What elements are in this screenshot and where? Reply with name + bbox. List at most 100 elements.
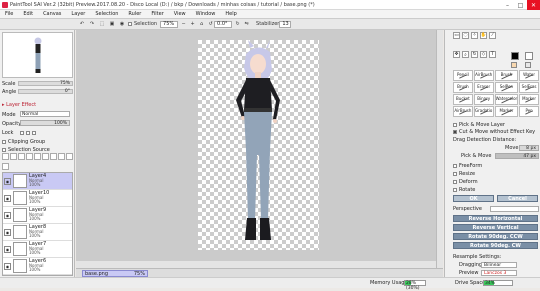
visibility-eye-icon[interactable]: ◉ bbox=[4, 262, 11, 270]
zoom-in-icon[interactable]: + bbox=[189, 20, 196, 28]
pick-move-distance-slider[interactable]: 47 px bbox=[495, 153, 539, 159]
clear-layer-icon[interactable] bbox=[34, 153, 41, 160]
layer-item[interactable]: ◉ Layer7 Normal 100% bbox=[3, 241, 72, 258]
pick-move-layer-option[interactable]: Pick & Move Layer bbox=[453, 122, 505, 128]
transfer-down-icon[interactable] bbox=[66, 153, 73, 160]
new-linework-icon[interactable] bbox=[10, 153, 17, 160]
foreground-color-swatch[interactable] bbox=[511, 52, 519, 60]
rect-select-icon[interactable]: ▭ bbox=[453, 32, 460, 39]
brush-slot[interactable]: Pencil bbox=[453, 70, 473, 81]
skin-color-swatch[interactable] bbox=[511, 62, 517, 68]
menu-window[interactable]: Window bbox=[191, 11, 221, 17]
zoom-icon[interactable]: ⌕ bbox=[462, 51, 469, 58]
cut-move-checkbox[interactable] bbox=[453, 129, 457, 134]
blend-mode-select[interactable]: Normal bbox=[20, 111, 70, 117]
close-button[interactable]: ✕ bbox=[527, 0, 540, 10]
zoom-out-icon[interactable]: − bbox=[180, 20, 187, 28]
menu-selection[interactable]: Selection bbox=[90, 11, 123, 17]
brush-slot[interactable]: Brush bbox=[453, 82, 473, 93]
rotate-ccw-button[interactable]: Rotate 90deg. CCW bbox=[453, 233, 538, 240]
freeform-checkbox[interactable] bbox=[453, 163, 457, 168]
merge-visible-icon[interactable] bbox=[2, 162, 9, 170]
opacity-slider[interactable]: 100% bbox=[20, 120, 70, 126]
preview-select[interactable]: Lanczos 3 bbox=[481, 270, 517, 276]
brush-slot[interactable]: Bucket bbox=[453, 94, 473, 105]
cancel-button[interactable]: Cancel bbox=[497, 195, 538, 202]
reverse-horizontal-button[interactable]: Reverse Horizontal bbox=[453, 215, 538, 222]
clipping-checkbox[interactable] bbox=[2, 139, 6, 144]
rotate-icon[interactable]: ↻ bbox=[471, 51, 478, 58]
layer-item[interactable]: ◉ Layer6 Normal 100% bbox=[3, 258, 72, 275]
eye-icon[interactable]: ◉ bbox=[118, 20, 126, 28]
rotate-cw-button[interactable]: Rotate 90deg. CW bbox=[453, 242, 538, 249]
undo-icon[interactable]: ↶ bbox=[78, 20, 86, 28]
delete-layer-icon[interactable] bbox=[42, 153, 49, 160]
vertical-scrollbar[interactable] bbox=[436, 30, 443, 268]
brush-slot[interactable]: Pen bbox=[519, 106, 539, 117]
stabilizer-select[interactable]: 13 bbox=[279, 20, 292, 28]
menu-edit[interactable]: Edit bbox=[18, 11, 38, 17]
deselect-icon[interactable]: ⬚ bbox=[98, 20, 106, 28]
menu-view[interactable]: View bbox=[169, 11, 191, 17]
brush-slot[interactable]: Gradatio bbox=[473, 106, 494, 117]
dragging-select[interactable]: Bilinear bbox=[481, 262, 517, 268]
scale-slider[interactable]: 75% bbox=[18, 81, 73, 86]
freeform-option[interactable]: FreeForm bbox=[453, 163, 482, 169]
brush-slot[interactable]: SelEras bbox=[519, 82, 539, 93]
canvas-area[interactable] bbox=[76, 30, 443, 268]
move-icon[interactable]: ✥ bbox=[453, 51, 460, 58]
visibility-eye-icon[interactable]: ◉ bbox=[4, 211, 11, 219]
new-layer-icon[interactable] bbox=[2, 153, 9, 160]
gray-color-swatch[interactable] bbox=[525, 62, 531, 68]
ok-button[interactable]: OK bbox=[453, 195, 494, 202]
magic-wand-icon[interactable]: ✧ bbox=[471, 32, 478, 39]
clipping-group-option[interactable]: Clipping Group bbox=[2, 139, 45, 145]
brush-slot[interactable]: Watercolor bbox=[494, 94, 519, 105]
selection-toggle[interactable]: Selection bbox=[128, 20, 157, 28]
maximize-button[interactable]: □ bbox=[514, 0, 527, 10]
layer-item[interactable]: ◉ Layer8 Normal 100% bbox=[3, 224, 72, 241]
brush-slot[interactable]: AirBrush bbox=[473, 70, 494, 81]
layer-item[interactable]: ◉ Layer4 Normal 100% bbox=[3, 173, 72, 190]
layer-item[interactable]: ◉ Layer10 Normal 100% bbox=[3, 190, 72, 207]
merge-down-icon[interactable] bbox=[50, 153, 57, 160]
zoom-select[interactable]: 75% bbox=[160, 20, 179, 28]
rotate-checkbox[interactable] bbox=[453, 187, 457, 192]
deform-checkbox[interactable] bbox=[453, 179, 457, 184]
hand-icon[interactable]: ✋ bbox=[480, 32, 487, 39]
resize-option[interactable]: Resize bbox=[453, 171, 475, 177]
layer-effect-header[interactable]: ▸ Layer Effect bbox=[2, 102, 36, 108]
deform-option[interactable]: Deform bbox=[453, 179, 478, 185]
brush-slot[interactable]: Marker bbox=[494, 106, 519, 117]
layer-item[interactable]: ◉ Layer9 Normal 100% bbox=[3, 207, 72, 224]
brush-slot[interactable]: Binary bbox=[473, 94, 494, 105]
shape-icon[interactable]: ◇ bbox=[480, 51, 487, 58]
mask-icon[interactable] bbox=[58, 153, 65, 160]
lock-transparency-icon[interactable] bbox=[20, 130, 24, 135]
horizontal-scrollbar[interactable] bbox=[76, 261, 436, 268]
minimize-button[interactable]: – bbox=[501, 0, 514, 10]
resize-checkbox[interactable] bbox=[453, 171, 457, 176]
visibility-eye-icon[interactable]: ◉ bbox=[4, 245, 11, 253]
selection-source-checkbox[interactable] bbox=[2, 147, 6, 152]
visibility-eye-icon[interactable]: ◉ bbox=[4, 228, 11, 236]
menu-filter[interactable]: Filter bbox=[146, 11, 168, 17]
select-icon[interactable]: ▣ bbox=[108, 20, 116, 28]
rotate-right-icon[interactable]: ↻ bbox=[234, 20, 241, 28]
menu-file[interactable]: File bbox=[0, 11, 18, 17]
brush-slot[interactable]: SelPen bbox=[494, 82, 519, 93]
redo-icon[interactable]: ↷ bbox=[88, 20, 96, 28]
angle-select[interactable]: 0.0° bbox=[214, 20, 233, 28]
brush-slot[interactable]: Water bbox=[519, 70, 539, 81]
text-icon[interactable]: T bbox=[489, 51, 496, 58]
copy-layer-icon[interactable] bbox=[26, 153, 33, 160]
brush-slot[interactable]: Marker bbox=[519, 94, 539, 105]
lock-paint-icon[interactable] bbox=[26, 130, 30, 135]
menu-canvas[interactable]: Canvas bbox=[38, 11, 66, 17]
brush-slot[interactable]: AirBrush bbox=[453, 106, 473, 117]
visibility-eye-icon[interactable]: ◉ bbox=[4, 194, 11, 202]
menu-help[interactable]: Help bbox=[220, 11, 241, 17]
rotate-left-icon[interactable]: ↺ bbox=[207, 20, 214, 28]
document-canvas[interactable] bbox=[198, 40, 319, 250]
brush-slot[interactable]: Brush bbox=[494, 70, 519, 81]
